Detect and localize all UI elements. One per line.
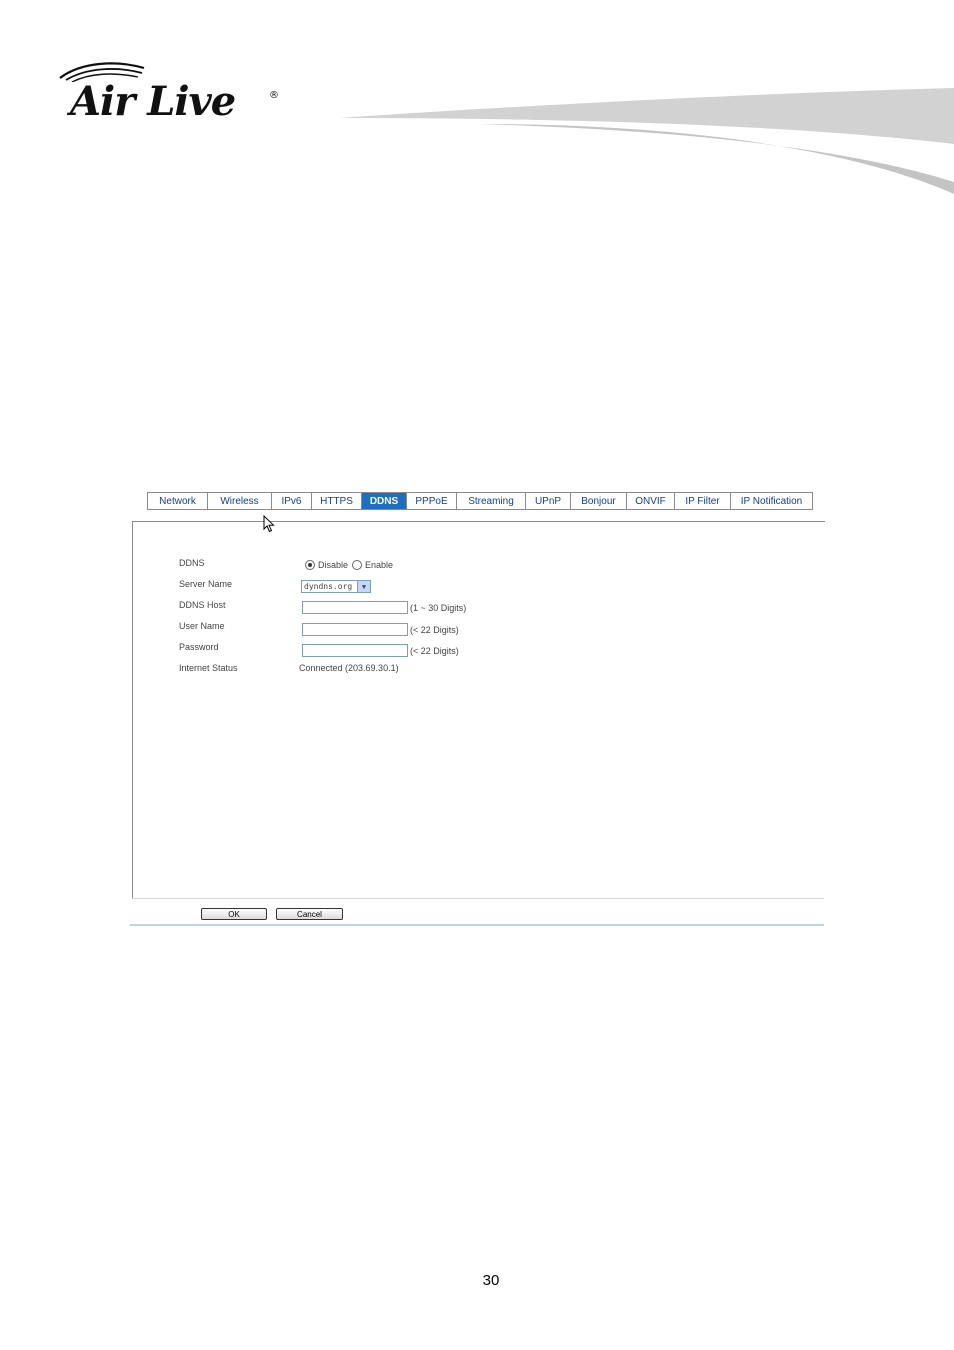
chevron-down-icon[interactable]: ▼ [357,581,370,592]
user-name-label: User Name [179,621,225,631]
ddns-host-row: DDNS Host (1 ~ 30 Digits) [179,600,679,620]
ddns-host-label: DDNS Host [179,600,226,610]
user-name-row: User Name (< 22 Digits) [179,621,679,641]
internet-status-row: Internet Status Connected (203.69.30.1) [179,663,679,683]
internet-status-label: Internet Status [179,663,238,673]
user-name-hint: (< 22 Digits) [410,624,459,635]
ddns-host-input[interactable] [302,601,408,614]
tab-wireless[interactable]: Wireless [207,492,271,510]
ok-button[interactable]: OK [201,908,267,920]
brand-name: Air Live [70,78,236,125]
password-hint: (< 22 Digits) [410,645,459,656]
ddns-label: DDNS [179,558,205,568]
ddns-row: DDNS Disable Enable [179,558,679,578]
tab-streaming[interactable]: Streaming [456,492,525,510]
tab-ddns[interactable]: DDNS [361,492,406,510]
server-name-label: Server Name [179,579,233,589]
user-name-input[interactable] [302,623,408,636]
settings-tabs: Network Wireless IPv6 HTTPS DDNS PPPoE S… [147,492,813,511]
tab-network[interactable]: Network [147,492,207,510]
tab-https[interactable]: HTTPS [311,492,361,510]
mouse-pointer-icon [263,515,275,533]
ddns-host-hint: (1 ~ 30 Digits) [410,602,467,613]
tab-ipv6[interactable]: IPv6 [271,492,311,510]
tab-ip-filter[interactable]: IP Filter [674,492,730,510]
ddns-enable-radio[interactable] [352,560,363,570]
tab-onvif[interactable]: ONVIF [626,492,674,510]
tab-upnp[interactable]: UPnP [525,492,570,510]
password-label: Password [179,642,219,652]
tab-pppoe[interactable]: PPPoE [406,492,456,510]
cancel-button[interactable]: Cancel [276,908,343,920]
registered-mark: ® [269,90,279,101]
server-name-value: dyndns.org [304,582,353,591]
password-row: Password (< 22 Digits) [179,642,679,662]
ddns-disable-radio[interactable] [305,560,315,570]
password-input[interactable] [302,644,408,657]
header-swoosh-graphic [340,88,954,194]
page-number: 30 [482,1272,500,1289]
airlive-logo: Air Live ® [56,60,286,130]
tab-bonjour[interactable]: Bonjour [570,492,626,510]
internet-status-value: Connected (203.69.30.1) [299,663,399,673]
panel-bottom-divider [132,898,824,899]
ddns-enable-label: Enable [365,560,394,570]
ddns-disable-label: Disable [318,560,349,570]
tab-ip-notification[interactable]: IP Notification [730,492,813,510]
footer-divider [130,924,824,926]
server-name-row: Server Name dyndns.org ▼ [179,579,679,599]
server-name-select[interactable]: dyndns.org ▼ [301,580,371,593]
